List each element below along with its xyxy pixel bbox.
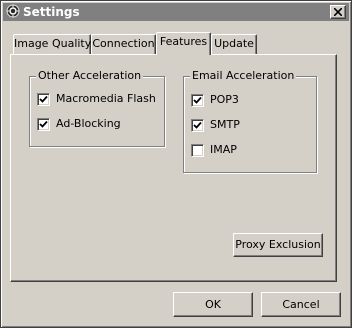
title-bar[interactable]: Settings	[3, 3, 349, 21]
checkbox-label: SMTP	[210, 118, 240, 131]
cancel-button[interactable]: Cancel	[261, 292, 341, 317]
imap-checkbox[interactable]	[191, 144, 204, 157]
other-acceleration-group: Other Acceleration Macromedia Flash Ad-B…	[29, 69, 165, 147]
group-label: Email Acceleration	[190, 69, 297, 83]
checkbox-label: Ad-Blocking	[56, 117, 121, 130]
checkmark-icon	[193, 121, 202, 129]
tab-label: Update	[214, 37, 254, 50]
checkmark-icon	[39, 95, 48, 103]
tab-features[interactable]: Features	[156, 32, 211, 55]
checkmark-icon	[193, 96, 202, 104]
ok-button[interactable]: OK	[173, 292, 253, 317]
close-icon	[334, 8, 342, 16]
email-acceleration-group: Email Acceleration POP3 SMTP IMAP	[183, 69, 317, 173]
checkbox-label: IMAP	[210, 143, 237, 156]
smtp-checkbox[interactable]	[191, 119, 204, 132]
window-title: Settings	[23, 5, 80, 19]
tab-image-quality[interactable]: Image Quality	[13, 34, 91, 54]
macromedia-flash-checkbox[interactable]	[37, 93, 50, 106]
close-button[interactable]	[330, 5, 346, 19]
group-label: Other Acceleration	[36, 69, 144, 83]
button-label: Cancel	[282, 298, 320, 311]
tab-connection[interactable]: Connection	[91, 34, 156, 54]
settings-gear-icon	[6, 4, 20, 18]
checkbox-label: Macromedia Flash	[56, 92, 156, 105]
proxy-exclusion-button[interactable]: Proxy Exclusion	[233, 233, 323, 257]
checkbox-label: POP3	[210, 93, 239, 106]
tab-label: Image Quality	[14, 37, 92, 50]
features-panel: Other Acceleration Macromedia Flash Ad-B…	[10, 54, 337, 282]
ad-blocking-checkbox[interactable]	[37, 118, 50, 131]
tab-label: Features	[159, 35, 208, 48]
settings-dialog: Settings Image Quality Connection Featur…	[0, 0, 352, 328]
pop3-checkbox[interactable]	[191, 94, 204, 107]
tab-label: Connection	[92, 37, 155, 50]
tab-update[interactable]: Update	[211, 34, 257, 54]
button-label: OK	[205, 298, 221, 311]
checkmark-icon	[39, 120, 48, 128]
button-label: Proxy Exclusion	[235, 238, 321, 251]
